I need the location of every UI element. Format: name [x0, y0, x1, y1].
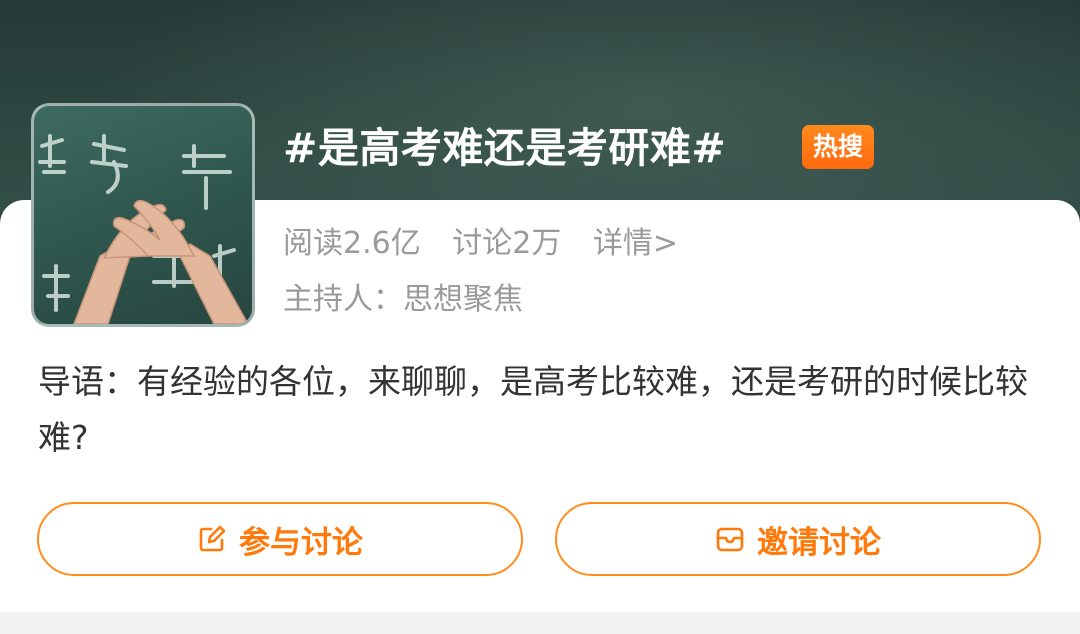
invite-discussion-label: 邀请讨论 — [757, 524, 881, 561]
details-link[interactable]: 详情> — [593, 226, 678, 261]
topic-title: #是高考难还是考研难# — [283, 124, 727, 172]
topic-cover-image[interactable] — [31, 103, 255, 327]
invite-discussion-button[interactable]: 邀请讨论 — [555, 502, 1041, 576]
discussion-count: 讨论2万 — [452, 226, 562, 261]
join-discussion-label: 参与讨论 — [239, 524, 363, 561]
topic-stats: 阅读2.6亿 讨论2万 详情> — [283, 220, 700, 268]
join-discussion-button[interactable]: 参与讨论 — [37, 502, 523, 576]
edit-icon — [197, 524, 227, 554]
read-count: 阅读2.6亿 — [283, 226, 421, 261]
raised-hands-blackboard-image — [38, 134, 249, 324]
bottom-divider — [0, 612, 1080, 634]
topic-host: 主持人：思想聚焦 — [283, 282, 523, 317]
invite-mail-icon — [715, 524, 745, 554]
topic-intro: 导语：有经验的各位，来聊聊，是高考比较难，还是考研的时候比较难? — [38, 362, 1028, 457]
hot-search-badge: 热搜 — [802, 125, 874, 169]
